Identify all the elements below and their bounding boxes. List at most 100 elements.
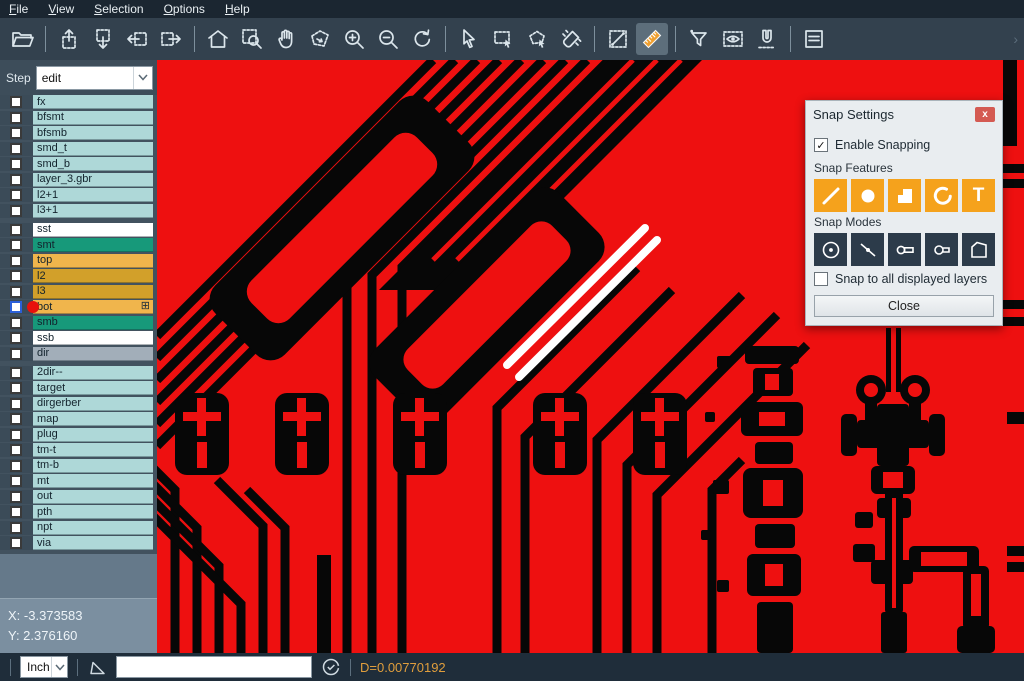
- layer-visibility-checkbox[interactable]: [10, 491, 22, 503]
- layer-name-cell[interactable]: npt: [33, 521, 153, 535]
- zoom-home-button[interactable]: [202, 23, 234, 55]
- layer-row-dir[interactable]: dir: [0, 347, 157, 361]
- layer-visibility-checkbox[interactable]: [10, 239, 22, 251]
- layer-visibility-checkbox[interactable]: [10, 224, 22, 236]
- layer-visibility-checkbox[interactable]: [10, 127, 22, 139]
- layer-row-bfsmt[interactable]: bfsmt: [0, 111, 157, 125]
- layer-name-cell[interactable]: top: [33, 254, 153, 268]
- layer-visibility-checkbox[interactable]: [10, 112, 22, 124]
- layer-name-cell[interactable]: tm-b: [33, 459, 153, 473]
- close-icon[interactable]: x: [975, 107, 995, 122]
- layer-name-cell[interactable]: layer_3.gbr: [33, 173, 153, 187]
- layer-row-ssb[interactable]: ssb: [0, 331, 157, 345]
- snap-mode-center-button[interactable]: [814, 233, 847, 266]
- layer-name-cell[interactable]: via: [33, 536, 153, 550]
- layer-row-layer_3.gbr[interactable]: layer_3.gbr: [0, 173, 157, 187]
- menu-item-view[interactable]: View: [48, 0, 74, 18]
- layer-row-dirgerber[interactable]: dirgerber: [0, 397, 157, 411]
- menu-item-selection[interactable]: Selection: [94, 0, 143, 18]
- dialog-title-bar[interactable]: Snap Settings x: [806, 101, 1002, 128]
- layer-name-cell[interactable]: l2: [33, 269, 153, 283]
- layer-name-cell[interactable]: dir: [33, 347, 153, 361]
- filter-button[interactable]: [683, 23, 715, 55]
- layer-row-map[interactable]: map: [0, 412, 157, 426]
- layer-visibility-checkbox[interactable]: [10, 348, 22, 360]
- measure-distance-button[interactable]: [602, 23, 634, 55]
- layer-row-tm-b[interactable]: tm-b: [0, 459, 157, 473]
- layer-visibility-checkbox[interactable]: [10, 255, 22, 267]
- layer-row-tm-t[interactable]: tm-t: [0, 443, 157, 457]
- layer-name-cell[interactable]: mt: [33, 474, 153, 488]
- snap-mode-midpoint-button[interactable]: [851, 233, 884, 266]
- layer-row-l3[interactable]: l3: [0, 285, 157, 299]
- chevron-down-icon[interactable]: [133, 67, 152, 89]
- layer-visibility-checkbox[interactable]: [10, 537, 22, 549]
- layer-name-cell[interactable]: pth: [33, 505, 153, 519]
- layer-name-cell[interactable]: l2+1: [33, 188, 153, 202]
- layer-visibility-checkbox[interactable]: [10, 205, 22, 217]
- layer-row-target[interactable]: target: [0, 381, 157, 395]
- snap-feature-arc-button[interactable]: [925, 179, 958, 212]
- layer-row-via[interactable]: via: [0, 536, 157, 550]
- pan-hand-button[interactable]: [270, 23, 302, 55]
- layer-visibility-checkbox[interactable]: [10, 506, 22, 518]
- zoom-in-button[interactable]: [338, 23, 370, 55]
- zoom-previous-button[interactable]: [406, 23, 438, 55]
- enable-snapping-row[interactable]: ✓ Enable Snapping: [814, 138, 994, 152]
- layer-row-smt[interactable]: smt: [0, 238, 157, 252]
- snap-all-layers-row[interactable]: Snap to all displayed layers: [814, 272, 994, 286]
- snap-feature-pad-button[interactable]: [851, 179, 884, 212]
- layer-name-cell[interactable]: tm-t: [33, 443, 153, 457]
- layer-row-bot[interactable]: bot⊞: [0, 300, 157, 314]
- ruler-button[interactable]: [636, 23, 668, 55]
- scroll-left-button[interactable]: [121, 23, 153, 55]
- select-polygon-button[interactable]: [521, 23, 553, 55]
- layer-visibility-checkbox[interactable]: [10, 429, 22, 441]
- layer-visibility-checkbox[interactable]: [10, 317, 22, 329]
- layer-row-top[interactable]: top: [0, 254, 157, 268]
- layer-name-cell[interactable]: smd_b: [33, 157, 153, 171]
- open-file-button[interactable]: [6, 23, 38, 55]
- layer-name-cell[interactable]: bot⊞: [33, 300, 153, 314]
- layer-name-cell[interactable]: smb: [33, 316, 153, 330]
- layer-visibility-checkbox[interactable]: [10, 398, 22, 410]
- toolbar-overflow-icon[interactable]: ›: [1013, 31, 1018, 47]
- snap-all-layers-checkbox[interactable]: [814, 272, 828, 286]
- layer-row-2dir--[interactable]: 2dir--: [0, 366, 157, 380]
- zoom-window-button[interactable]: [304, 23, 336, 55]
- unit-select[interactable]: Inch: [20, 656, 68, 678]
- layer-name-cell[interactable]: fx: [33, 95, 153, 109]
- scroll-right-button[interactable]: [155, 23, 187, 55]
- refresh-check-icon[interactable]: [321, 657, 341, 677]
- scroll-down-button[interactable]: [87, 23, 119, 55]
- snap-feature-surface-button[interactable]: [888, 179, 921, 212]
- snap-feature-line-button[interactable]: [814, 179, 847, 212]
- layer-row-plug[interactable]: plug: [0, 428, 157, 442]
- layer-name-cell[interactable]: bfsmt: [33, 111, 153, 125]
- layer-name-cell[interactable]: bfsmb: [33, 126, 153, 140]
- measure-input[interactable]: [116, 656, 312, 678]
- menu-item-file[interactable]: File: [9, 0, 28, 18]
- select-rectangle-button[interactable]: [487, 23, 519, 55]
- layer-name-cell[interactable]: 2dir--: [33, 366, 153, 380]
- layer-visibility-checkbox[interactable]: [10, 189, 22, 201]
- layer-row-l3+1[interactable]: l3+1: [0, 204, 157, 218]
- angle-measure-icon[interactable]: [87, 657, 107, 677]
- layer-visibility-checkbox[interactable]: [10, 332, 22, 344]
- layer-name-cell[interactable]: smd_t: [33, 142, 153, 156]
- layer-visibility-checkbox[interactable]: [10, 286, 22, 298]
- layer-row-bfsmb[interactable]: bfsmb: [0, 126, 157, 140]
- layer-name-cell[interactable]: dirgerber: [33, 397, 153, 411]
- layer-row-pth[interactable]: pth: [0, 505, 157, 519]
- snap-mode-trace-end-button[interactable]: [888, 233, 921, 266]
- layer-visibility-checkbox[interactable]: [10, 460, 22, 472]
- layer-name-cell[interactable]: ssb: [33, 331, 153, 345]
- layer-name-cell[interactable]: out: [33, 490, 153, 504]
- layer-row-l2+1[interactable]: l2+1: [0, 188, 157, 202]
- layer-name-cell[interactable]: target: [33, 381, 153, 395]
- layer-row-sst[interactable]: sst: [0, 223, 157, 237]
- snap-mode-pad-origin-button[interactable]: [925, 233, 958, 266]
- enable-snapping-checkbox[interactable]: ✓: [814, 138, 828, 152]
- layer-row-l2[interactable]: l2: [0, 269, 157, 283]
- layer-name-cell[interactable]: plug: [33, 428, 153, 442]
